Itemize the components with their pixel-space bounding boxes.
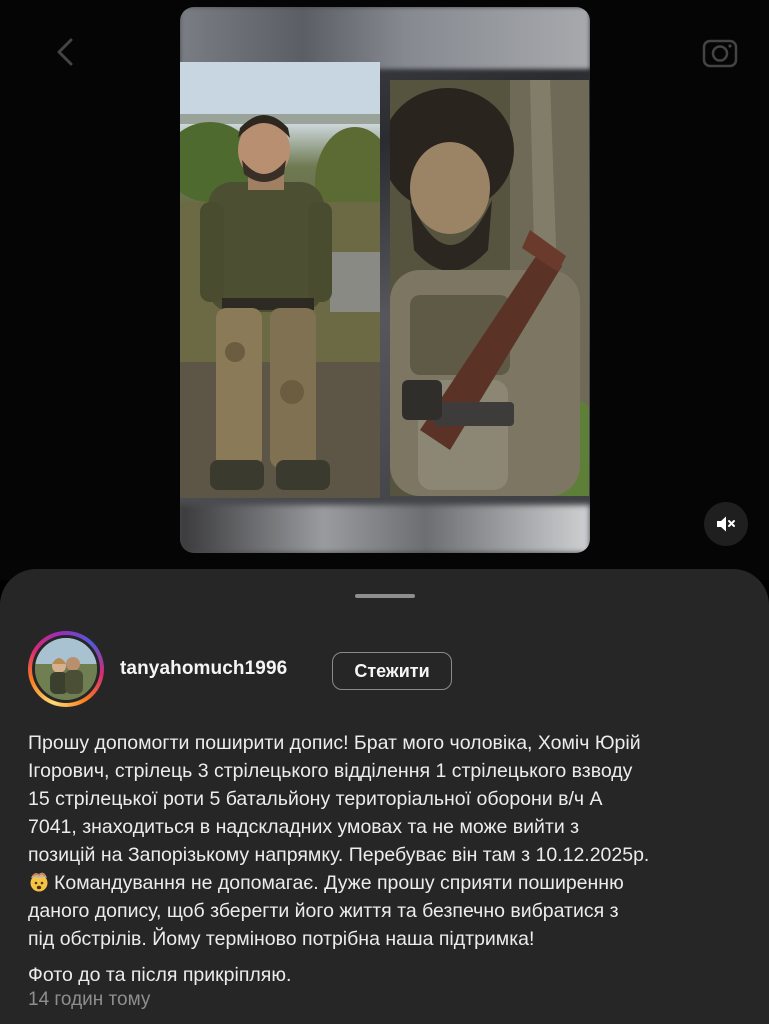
caption-paragraph-2: Фото до та після прикріпляю. [28, 964, 292, 986]
blurred-background-top [180, 7, 590, 69]
username[interactable]: tanyahomuch1996 [120, 658, 287, 680]
photo-after-image [390, 80, 589, 496]
post-timestamp: 14 годин тому [28, 989, 151, 1010]
camera-button[interactable] [698, 30, 742, 74]
chevron-left-icon [57, 38, 73, 66]
caption-line: Прошу допомогти поширити допис! Брат мог… [28, 732, 641, 754]
speaker-muted-icon [717, 516, 735, 532]
post-caption: Прошу допомогти поширити допис! Брат мог… [28, 729, 748, 989]
back-button[interactable] [44, 30, 88, 74]
photo-after [390, 80, 589, 496]
photo-before [180, 62, 380, 498]
caption-line: даного допису, щоб зберегти його життя т… [28, 900, 619, 922]
screen: tanyahomuch1996 Стежити Прошу допомогти … [0, 0, 769, 1024]
avatar-frame [32, 635, 100, 703]
blurred-background-bottom [180, 505, 590, 553]
follow-button[interactable]: Стежити [332, 652, 452, 690]
caption-line: 15 стрілецької роти 5 батальйону територ… [28, 788, 603, 810]
caption-line: позицій на Запорізькому напрямку. Перебу… [28, 844, 650, 866]
caption-line: 7041, знаходиться в надскладних умовах т… [28, 816, 580, 838]
exploding-head-emoji [30, 872, 48, 892]
caption-line: Ігорович, стрілець 3 стрілецького відділ… [28, 760, 633, 782]
caption-sheet[interactable]: tanyahomuch1996 Стежити Прошу допомогти … [0, 569, 769, 1024]
mute-button[interactable] [704, 502, 748, 546]
photo-before-image [180, 62, 380, 498]
story-viewer[interactable] [0, 0, 769, 580]
sheet-grabber-handle[interactable] [355, 594, 415, 598]
caption-line: під обстрілів. Йому терміново потрібна н… [28, 928, 535, 950]
avatar-image [35, 638, 97, 700]
avatar [35, 638, 97, 700]
caption-paragraph-1: Прошу допомогти поширити допис! Брат мог… [28, 729, 748, 953]
avatar-story-ring[interactable] [28, 631, 104, 707]
camera-icon [702, 39, 738, 68]
caption-line: Командування не допомагає. Дуже прошу сп… [54, 872, 624, 894]
